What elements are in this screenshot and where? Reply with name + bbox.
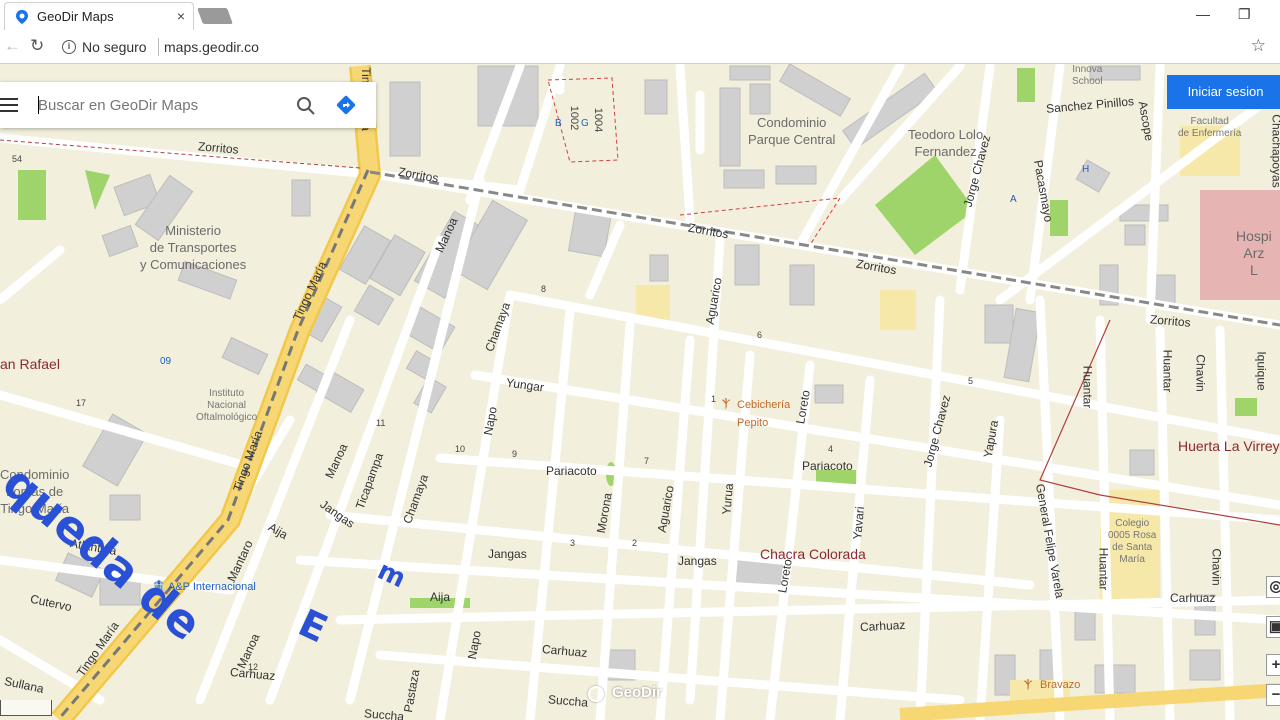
- browser-tab-strip: GeoDir Maps × — ❐: [0, 0, 1280, 30]
- search-input[interactable]: [38, 92, 288, 118]
- street-label-carhuaz: Carhuaz: [1170, 591, 1216, 605]
- house-number: A: [1010, 194, 1017, 205]
- street-label-aija: Aija: [430, 590, 451, 604]
- security-status: No seguro: [82, 39, 147, 55]
- layers-icon[interactable]: ▣: [1266, 616, 1280, 638]
- directions-icon[interactable]: [336, 95, 356, 115]
- map-scale-bar: [0, 700, 52, 716]
- street-label-iquique: Iquique: [1254, 351, 1269, 391]
- info-icon[interactable]: i: [62, 40, 76, 54]
- poi-teodoro-lolo-fernandez[interactable]: Teodoro Lolo Fernandez: [908, 126, 983, 160]
- street-label-huantar: Huantar: [1160, 349, 1175, 393]
- tab-title: GeoDir Maps: [37, 9, 114, 24]
- house-number: 8: [541, 284, 547, 294]
- search-icon[interactable]: [296, 96, 316, 116]
- street-label-pariacoto: Pariacoto: [802, 459, 853, 473]
- address-bar[interactable]: i No seguro maps.geodir.co ☆: [56, 34, 1280, 60]
- restore-button[interactable]: ❐: [1238, 4, 1251, 24]
- house-number: 17: [76, 398, 87, 408]
- area-san-rafael: an Rafael: [0, 356, 60, 372]
- search-panel: [0, 82, 376, 128]
- house-number: G: [581, 118, 589, 129]
- poi-bravazo[interactable]: Bravazo: [1040, 676, 1080, 694]
- new-tab-button[interactable]: [197, 8, 233, 24]
- house-number: 9: [512, 449, 518, 459]
- geodir-watermark: GeoDir: [612, 684, 663, 701]
- area-huerta-la-virrey: Huerta La Virrey: [1178, 438, 1280, 454]
- house-number: 09: [160, 356, 172, 367]
- locate-icon[interactable]: ◎: [1266, 576, 1280, 598]
- poi-colegio-rosa[interactable]: Colegio 0005 Rosa de Santa María: [1108, 518, 1156, 566]
- browser-tab-geodir[interactable]: GeoDir Maps ×: [4, 2, 194, 30]
- fork-knife-icon: Ⲯ: [722, 398, 731, 410]
- browser-toolbar: ← ↻ i No seguro maps.geodir.co ☆: [0, 30, 1280, 64]
- text-cursor: [38, 96, 39, 114]
- map-canvas[interactable]: Zorritos Zorritos Zorritos Zorritos Zorr…: [0, 64, 1280, 720]
- geodir-favicon-icon: [16, 10, 28, 24]
- house-number: B: [555, 118, 562, 129]
- bookmark-star-icon[interactable]: ☆: [1251, 36, 1266, 56]
- street-label-chavin: Chavin: [1193, 354, 1208, 392]
- house-number: H: [1082, 164, 1090, 175]
- street-label-chavin: Chavin: [1209, 548, 1224, 586]
- tab-close-icon[interactable]: ×: [177, 8, 185, 24]
- house-number: 10: [455, 444, 466, 454]
- poi-facultad-enfermeria[interactable]: Facultad de Enfermería: [1178, 116, 1241, 140]
- house-number: 4: [828, 444, 834, 454]
- poi-innova-school[interactable]: Innova School: [1072, 64, 1103, 88]
- house-number: 1004: [592, 107, 605, 133]
- fork-knife-icon: Ⲯ: [1024, 679, 1033, 691]
- back-arrow-icon[interactable]: ←: [4, 36, 21, 56]
- street-label-jangas: Jangas: [488, 547, 527, 561]
- house-number: 11: [376, 418, 386, 428]
- house-number: 7: [644, 456, 650, 466]
- street-label-pariacoto: Pariacoto: [546, 464, 597, 478]
- street-label-yurua: Yurua: [719, 482, 737, 516]
- street-label-chachapoyas: Chachapoyas: [1269, 114, 1280, 188]
- house-number: 1002: [568, 105, 581, 131]
- poi-hospital[interactable]: Hospi Arz L: [1236, 228, 1272, 279]
- area-chacra-colorada: Chacra Colorada: [760, 546, 866, 562]
- house-number: 1: [711, 394, 717, 404]
- street-label-succha: Succha: [363, 706, 405, 720]
- geodir-logo-icon: [588, 686, 604, 702]
- street-label-huantar: Huantar: [1080, 365, 1095, 409]
- poi-condominio-parque-central[interactable]: Condominio Parque Central: [748, 114, 835, 148]
- house-number: 5: [968, 376, 974, 386]
- house-number: 54: [12, 154, 23, 164]
- zoom-in-button[interactable]: +: [1266, 654, 1280, 676]
- login-button[interactable]: Iniciar sesion: [1167, 75, 1280, 109]
- zoom-out-button[interactable]: −: [1266, 684, 1280, 706]
- url-text[interactable]: maps.geodir.co: [164, 39, 259, 55]
- poi-instituto-oftalmologico[interactable]: Instituto Nacional Oftalmológico: [196, 388, 257, 424]
- street-label-yavari: Yavari: [850, 505, 867, 541]
- minimize-button[interactable]: —: [1196, 4, 1210, 24]
- street-label-jangas: Jangas: [678, 554, 717, 568]
- divider: [158, 38, 159, 56]
- menu-icon[interactable]: [0, 98, 18, 112]
- reload-icon[interactable]: ↻: [30, 36, 44, 56]
- poi-ministerio[interactable]: Ministerio de Transportes y Comunicacion…: [140, 222, 246, 273]
- poi-cebicheria-pepito[interactable]: Cebichería Pepito: [737, 396, 790, 432]
- house-number: 2: [632, 538, 638, 548]
- street-label-carhuaz: Carhuaz: [859, 617, 906, 635]
- house-number: 6: [757, 330, 763, 340]
- house-number: 3: [570, 538, 576, 548]
- house-number: 12: [248, 662, 259, 672]
